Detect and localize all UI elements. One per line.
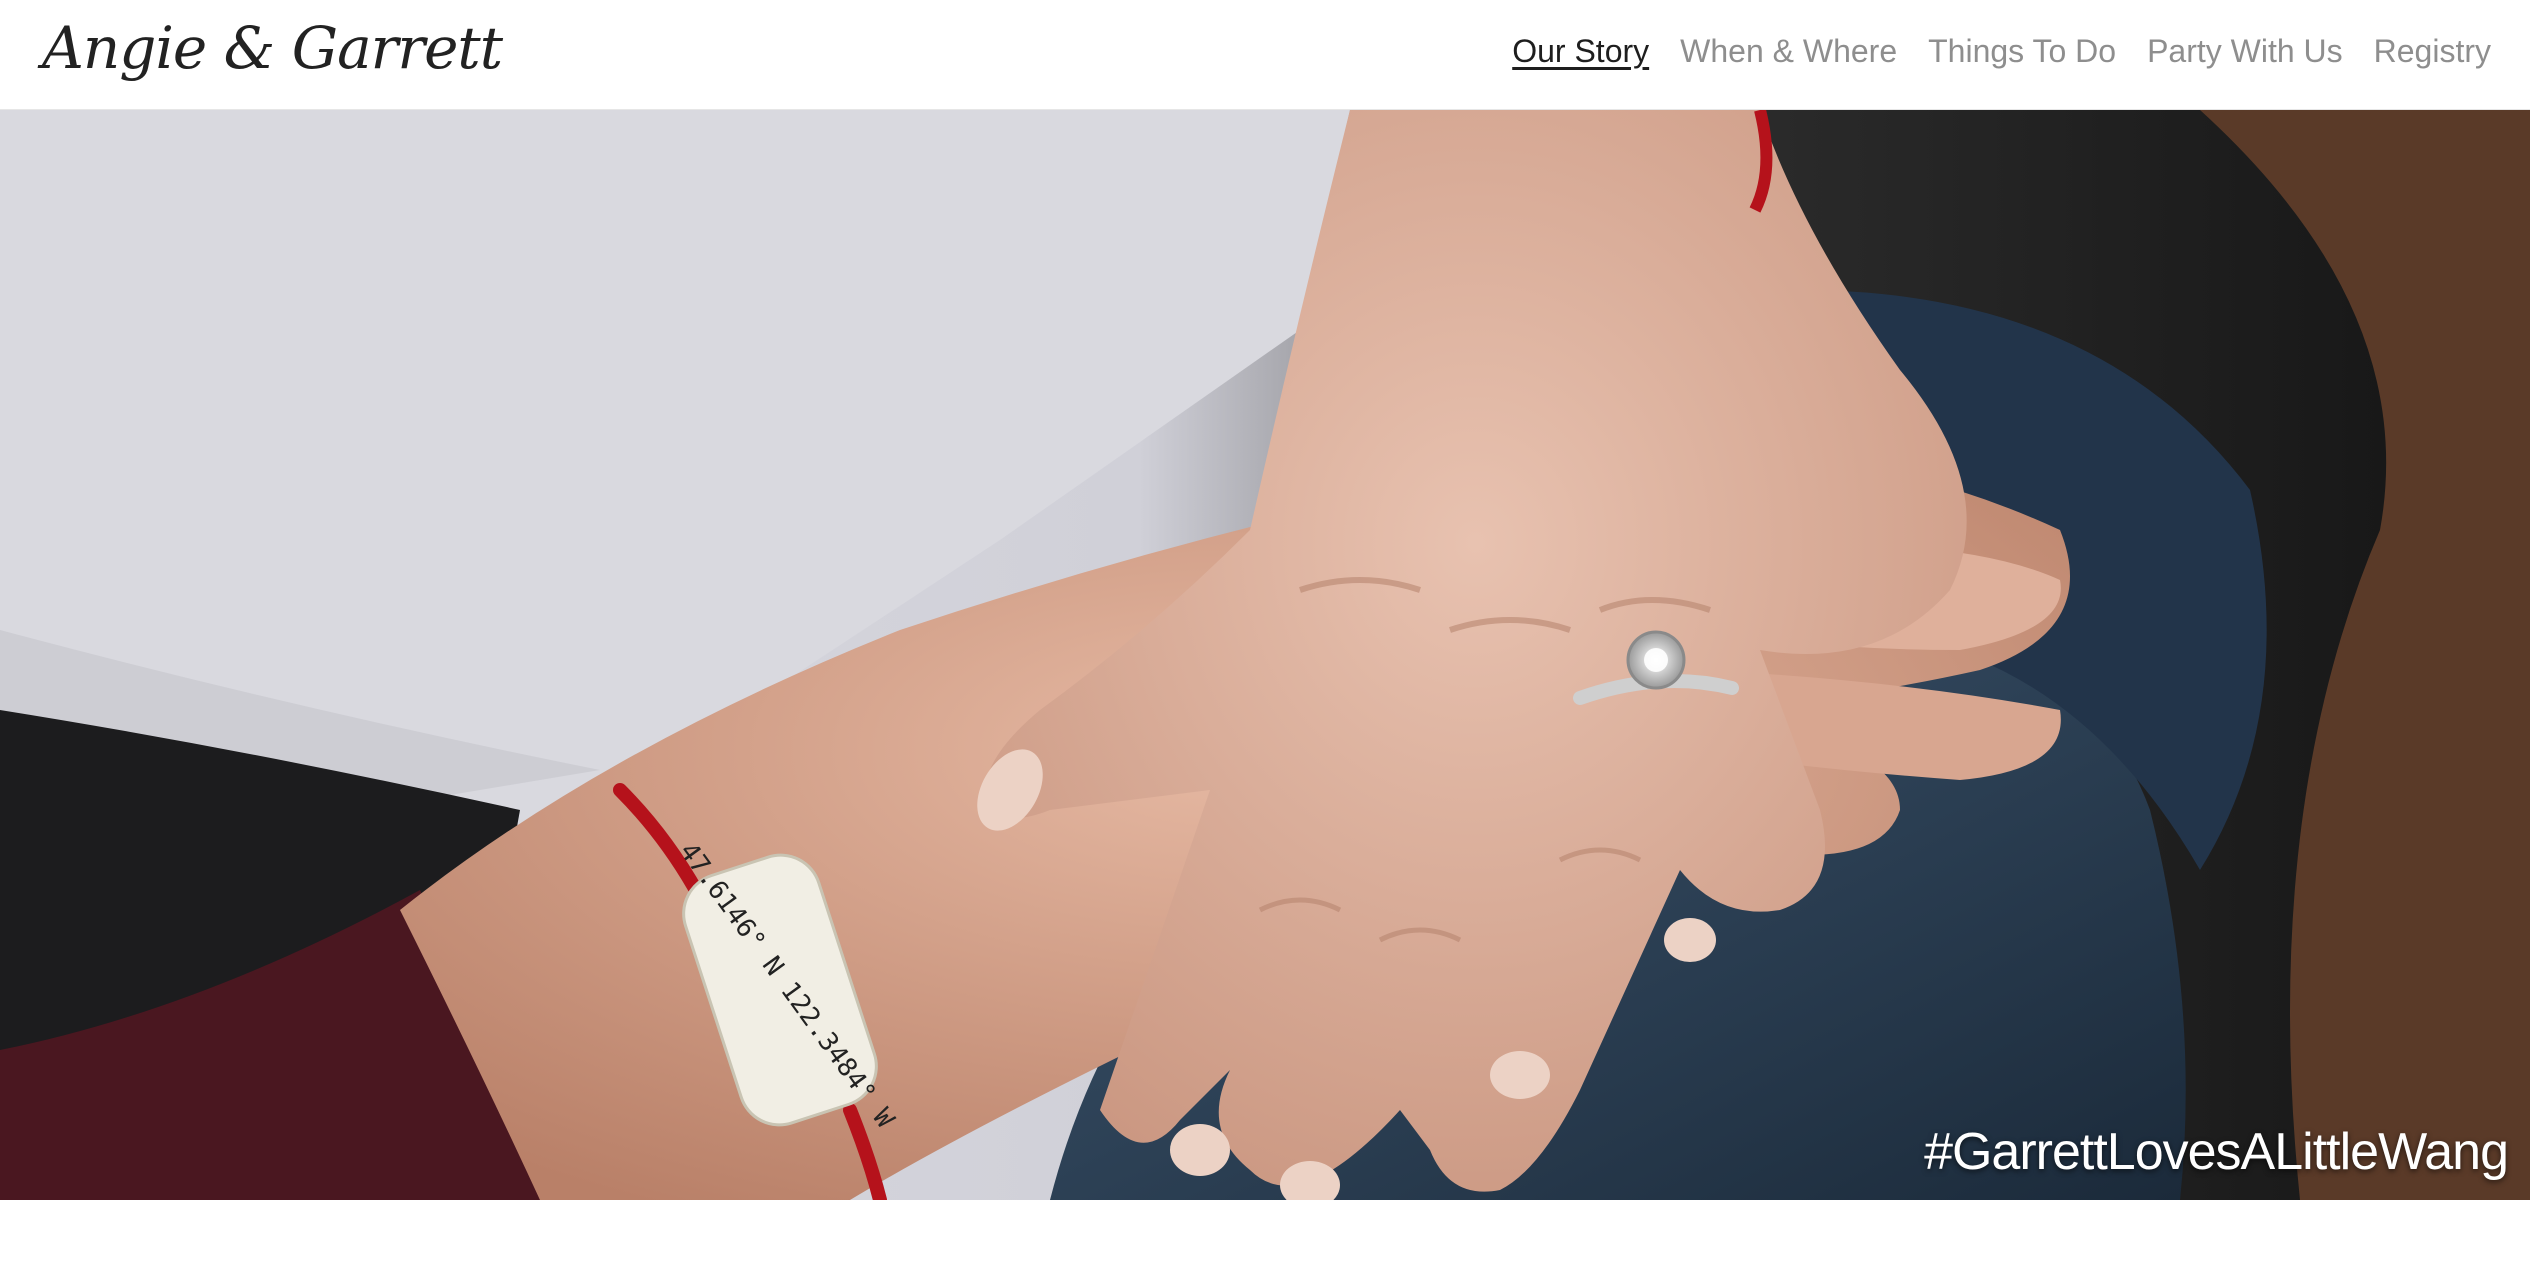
nav-link-when-where[interactable]: When & Where [1680, 33, 1897, 70]
nav-link-things-to-do[interactable]: Things To Do [1928, 33, 2116, 70]
nav-link-party-with-us[interactable]: Party With Us [2147, 33, 2343, 70]
main-nav: Our Story When & Where Things To Do Part… [1512, 33, 2491, 70]
hero-photo: 47.6146° N 122.3484° W [0, 110, 2530, 1200]
hero-banner: 47.6146° N 122.3484° W #GarrettLovesALit… [0, 110, 2530, 1200]
site-header: Angie & Garrett Our Story When & Where T… [0, 0, 2530, 110]
site-logo[interactable]: Angie & Garrett [42, 14, 503, 82]
nav-link-our-story[interactable]: Our Story [1512, 33, 1649, 70]
hero-hashtag: #GarrettLovesALittleWang [1924, 1123, 2509, 1181]
nav-link-registry[interactable]: Registry [2374, 33, 2491, 70]
